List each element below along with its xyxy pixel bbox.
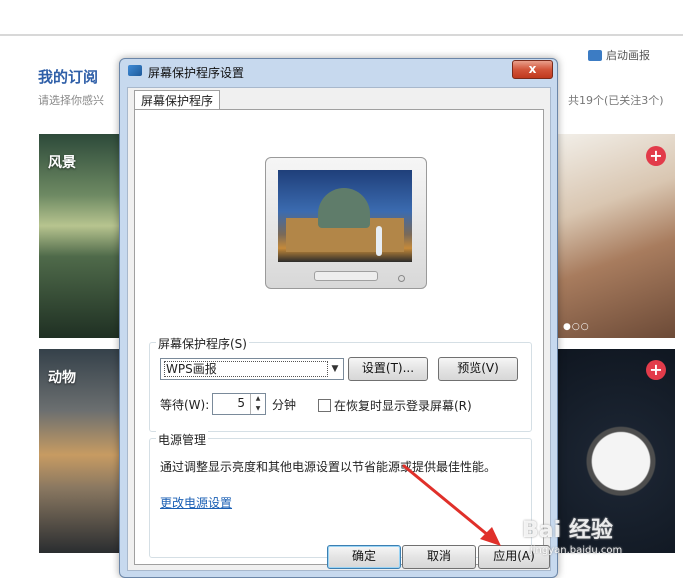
tile-label: 风景 xyxy=(48,155,76,171)
resume-login-label[interactable]: 在恢复时显示登录屏幕(R) xyxy=(334,397,472,414)
screensaver-select-value: WPS画报 xyxy=(164,361,328,377)
start-screensaver-link[interactable]: 启动画报 xyxy=(588,47,650,63)
carousel-dots[interactable]: ●○○ xyxy=(563,322,590,332)
close-icon[interactable]: x xyxy=(512,60,553,79)
wait-minutes-stepper[interactable]: 5 ▲ ▼ xyxy=(212,393,266,415)
power-management-group: 电源管理 通过调整显示亮度和其他电源设置以节省能源或提供最佳性能。 更改电源设置 xyxy=(149,431,532,558)
screensaver-group: 屏幕保护程序(S) WPS画报 ▼ 设置(T)... 预览(V) 等待(W): … xyxy=(149,335,532,432)
tile-label: 动物 xyxy=(48,370,76,386)
minutes-label: 分钟 xyxy=(272,398,297,412)
screensaver-settings-dialog: 屏幕保护程序设置 x 屏幕保护程序 屏幕保护程序(S) WPS画报 ▼ 设置(T… xyxy=(119,58,558,578)
cancel-button[interactable]: 取消 xyxy=(402,545,476,569)
dialog-titlebar[interactable]: 屏幕保护程序设置 x xyxy=(120,59,557,83)
tv-icon xyxy=(588,49,602,61)
add-subscription-icon[interactable]: + xyxy=(646,146,666,166)
add-subscription-icon[interactable]: + xyxy=(646,360,666,380)
subscription-count: 共19个(已关注3个) xyxy=(568,94,664,107)
baidu-watermark: Bai 经验 xyxy=(522,518,613,543)
tile-scenery[interactable]: 风景 xyxy=(39,134,125,338)
dialog-title: 屏幕保护程序设置 xyxy=(148,66,245,80)
start-label: 启动画报 xyxy=(606,49,650,62)
wait-label: 等待(W): xyxy=(160,398,210,412)
chevron-down-icon[interactable]: ▼ xyxy=(327,359,343,379)
preview-button[interactable]: 预览(V) xyxy=(438,357,518,381)
ok-button[interactable]: 确定 xyxy=(327,545,401,569)
screensaver-select[interactable]: WPS画报 ▼ xyxy=(160,358,344,380)
preview-dome xyxy=(318,188,370,228)
wait-minutes-value[interactable]: 5 xyxy=(237,396,245,410)
monitor-stand xyxy=(314,271,378,281)
tab-panel: 屏幕保护程序(S) WPS画报 ▼ 设置(T)... 预览(V) 等待(W): … xyxy=(134,109,544,565)
stepper-arrows-icon[interactable]: ▲ ▼ xyxy=(250,394,265,414)
monitor-preview xyxy=(265,157,427,289)
subscription-title: 我的订阅 xyxy=(38,68,99,86)
power-group-label: 电源管理 xyxy=(156,431,209,448)
screensaver-group-label: 屏幕保护程序(S) xyxy=(156,335,249,352)
tile-animals[interactable]: 动物 xyxy=(39,349,125,553)
monitor-led xyxy=(398,275,405,282)
settings-button[interactable]: 设置(T)... xyxy=(348,357,428,381)
screensaver-app-icon xyxy=(128,65,142,76)
dialog-client: 屏幕保护程序 屏幕保护程序(S) WPS画报 ▼ 设置(T)... 预览(V) xyxy=(127,87,551,571)
resume-login-checkbox[interactable] xyxy=(318,399,331,412)
watermark-url: jingyan.baidu.com xyxy=(530,545,623,556)
subscription-subtitle: 请选择你感兴 xyxy=(38,94,104,107)
power-description: 通过调整显示亮度和其他电源设置以节省能源或提供最佳性能。 xyxy=(160,460,497,474)
preview-fountain xyxy=(376,226,382,256)
change-power-settings-link[interactable]: 更改电源设置 xyxy=(160,494,232,511)
preview-screen xyxy=(278,170,412,262)
app-top-bar xyxy=(0,0,683,36)
